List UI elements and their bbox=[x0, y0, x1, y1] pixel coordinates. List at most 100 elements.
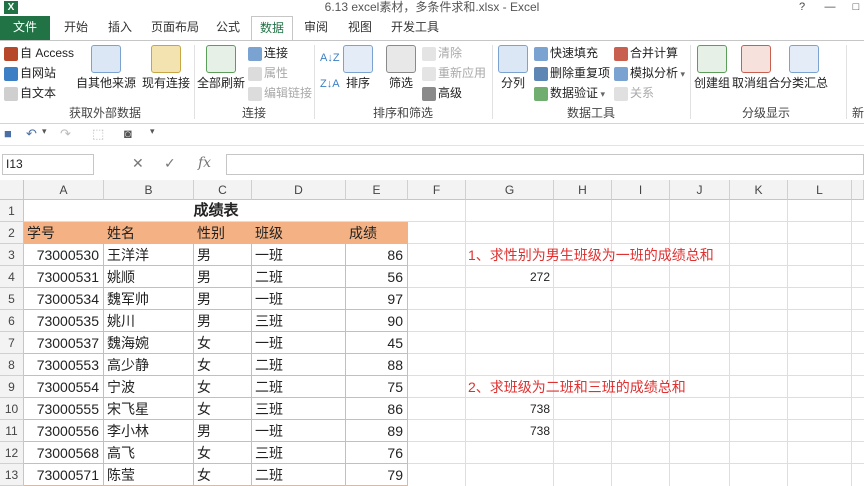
sheet-title[interactable]: 成绩表 bbox=[24, 200, 408, 221]
row-header[interactable]: 2 bbox=[0, 222, 24, 244]
name-cell[interactable]: 宋飞星 bbox=[104, 398, 194, 420]
sort-ascending-icon[interactable]: A↓Z bbox=[320, 49, 340, 67]
column-header[interactable]: G bbox=[466, 180, 554, 200]
name-cell[interactable]: 姚川 bbox=[104, 310, 194, 332]
gender-cell[interactable]: 男 bbox=[194, 288, 252, 310]
row-header[interactable]: 6 bbox=[0, 310, 24, 332]
sort-descending-icon[interactable]: Z↓A bbox=[320, 75, 340, 93]
remove-duplicates-button[interactable]: 删除重复项 bbox=[534, 64, 610, 82]
row-header[interactable]: 7 bbox=[0, 332, 24, 354]
name-cell[interactable]: 魏海婉 bbox=[104, 332, 194, 354]
properties-button[interactable]: 属性 bbox=[248, 64, 288, 82]
edit-links-button[interactable]: 编辑链接 bbox=[248, 84, 312, 102]
student-id-cell[interactable]: 73000535 bbox=[24, 310, 104, 332]
tab-page-layout[interactable]: 页面布局 bbox=[144, 16, 206, 40]
data-validation-button[interactable]: 数据验证 ▾ bbox=[534, 84, 605, 102]
row-header[interactable]: 3 bbox=[0, 244, 24, 266]
score-cell[interactable]: 89 bbox=[346, 420, 408, 442]
tab-formulas[interactable]: 公式 bbox=[208, 16, 248, 40]
class-cell[interactable]: 二班 bbox=[252, 376, 346, 398]
customize-qat-icon[interactable]: ▾ bbox=[150, 126, 155, 137]
question-2-text[interactable]: 2、求班级为二班和三班的成绩总和 bbox=[468, 376, 686, 398]
shape-icon[interactable]: ⬚ bbox=[92, 126, 104, 142]
student-id-cell[interactable]: 73000530 bbox=[24, 244, 104, 266]
name-cell[interactable]: 陈莹 bbox=[104, 464, 194, 486]
column-header[interactable]: A bbox=[24, 180, 104, 200]
header-cell[interactable]: 班级 bbox=[252, 222, 346, 244]
gender-cell[interactable]: 女 bbox=[194, 442, 252, 464]
row-header[interactable]: 4 bbox=[0, 266, 24, 288]
class-cell[interactable]: 三班 bbox=[252, 442, 346, 464]
worksheet-grid[interactable]: A B C D E F G H I J K L 1 2 3 4 5 6 7 8 … bbox=[0, 180, 864, 486]
gender-cell[interactable]: 女 bbox=[194, 332, 252, 354]
restore-button[interactable]: □ bbox=[844, 0, 864, 14]
score-cell[interactable]: 79 bbox=[346, 464, 408, 486]
score-cell[interactable]: 97 bbox=[346, 288, 408, 310]
ungroup-button[interactable]: 取消组合 bbox=[732, 45, 780, 90]
gender-cell[interactable]: 女 bbox=[194, 398, 252, 420]
minimize-button[interactable]: — bbox=[818, 0, 842, 14]
formula-input[interactable] bbox=[226, 154, 864, 175]
subtotal-button[interactable]: 分类汇总 bbox=[780, 45, 828, 90]
header-cell[interactable]: 姓名 bbox=[104, 222, 194, 244]
class-cell[interactable]: 一班 bbox=[252, 244, 346, 266]
insert-function-icon[interactable]: fx bbox=[198, 155, 211, 171]
existing-connections-button[interactable]: 现有连接 bbox=[140, 45, 192, 90]
column-header[interactable]: E bbox=[346, 180, 408, 200]
from-text-button[interactable]: 自文本 bbox=[4, 84, 56, 102]
tab-developer[interactable]: 开发工具 bbox=[384, 16, 446, 40]
class-cell[interactable]: 三班 bbox=[252, 310, 346, 332]
redo-icon[interactable]: ↷ bbox=[60, 126, 71, 142]
name-cell[interactable]: 李小林 bbox=[104, 420, 194, 442]
gender-cell[interactable]: 女 bbox=[194, 354, 252, 376]
name-cell[interactable]: 魏军帅 bbox=[104, 288, 194, 310]
camera-icon[interactable]: ◙ bbox=[124, 126, 132, 141]
score-cell[interactable]: 75 bbox=[346, 376, 408, 398]
tab-home[interactable]: 开始 bbox=[56, 16, 96, 40]
student-id-cell[interactable]: 73000555 bbox=[24, 398, 104, 420]
class-cell[interactable]: 一班 bbox=[252, 420, 346, 442]
consolidate-button[interactable]: 合并计算 bbox=[614, 44, 678, 62]
clear-filter-button[interactable]: 清除 bbox=[422, 44, 462, 62]
gender-cell[interactable]: 男 bbox=[194, 420, 252, 442]
reapply-button[interactable]: 重新应用 bbox=[422, 64, 486, 82]
tab-data[interactable]: 数据 bbox=[251, 16, 293, 41]
flash-fill-button[interactable]: 快速填充 bbox=[534, 44, 598, 62]
question-2-result[interactable]: 738 bbox=[466, 398, 554, 420]
from-access-button[interactable]: 自 Access bbox=[4, 44, 74, 62]
enter-icon[interactable]: ✓ bbox=[164, 155, 176, 172]
from-web-button[interactable]: 自网站 bbox=[4, 64, 56, 82]
gender-cell[interactable]: 男 bbox=[194, 310, 252, 332]
student-id-cell[interactable]: 73000554 bbox=[24, 376, 104, 398]
score-cell[interactable]: 86 bbox=[346, 398, 408, 420]
class-cell[interactable]: 三班 bbox=[252, 398, 346, 420]
name-cell[interactable]: 姚顺 bbox=[104, 266, 194, 288]
row-header[interactable]: 5 bbox=[0, 288, 24, 310]
row-header[interactable]: 13 bbox=[0, 464, 24, 486]
student-id-cell[interactable]: 73000556 bbox=[24, 420, 104, 442]
select-all-corner[interactable] bbox=[0, 180, 24, 200]
group-button[interactable]: 创建组 bbox=[692, 45, 732, 90]
student-id-cell[interactable]: 73000534 bbox=[24, 288, 104, 310]
column-header[interactable]: B bbox=[104, 180, 194, 200]
tab-file[interactable]: 文件 bbox=[0, 16, 50, 40]
column-header[interactable]: H bbox=[554, 180, 612, 200]
column-header[interactable]: J bbox=[670, 180, 730, 200]
score-cell[interactable]: 56 bbox=[346, 266, 408, 288]
class-cell[interactable]: 一班 bbox=[252, 288, 346, 310]
class-cell[interactable]: 二班 bbox=[252, 354, 346, 376]
save-icon[interactable]: ■ bbox=[4, 126, 12, 141]
from-other-sources-button[interactable]: 自其他来源 bbox=[76, 45, 136, 90]
relationships-button[interactable]: 关系 bbox=[614, 84, 654, 102]
student-id-cell[interactable]: 73000537 bbox=[24, 332, 104, 354]
row-header[interactable]: 8 bbox=[0, 354, 24, 376]
header-cell[interactable]: 学号 bbox=[24, 222, 104, 244]
score-cell[interactable]: 45 bbox=[346, 332, 408, 354]
sort-button[interactable]: 排序 bbox=[342, 45, 374, 90]
question-1-result[interactable]: 272 bbox=[466, 266, 554, 288]
name-cell[interactable]: 宁波 bbox=[104, 376, 194, 398]
score-cell[interactable]: 88 bbox=[346, 354, 408, 376]
column-header[interactable]: C bbox=[194, 180, 252, 200]
class-cell[interactable]: 一班 bbox=[252, 332, 346, 354]
column-header[interactable]: F bbox=[408, 180, 466, 200]
